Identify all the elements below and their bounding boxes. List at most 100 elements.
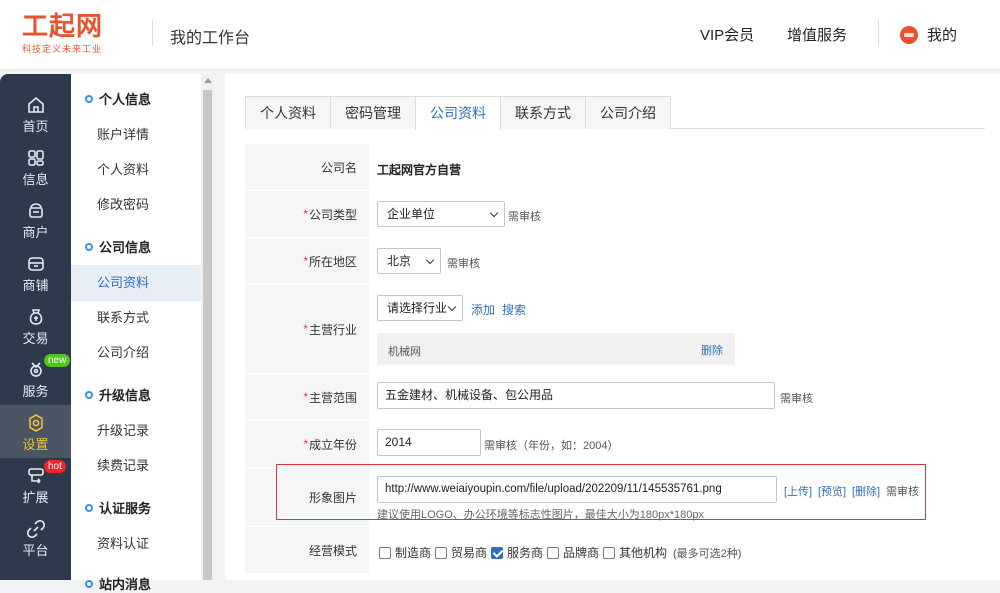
- form-row-year: * 成立年份 2014 需审核（年份，如：2004）: [245, 421, 985, 467]
- extend-icon: [27, 468, 44, 484]
- mode-checkbox-service[interactable]: 服务商: [491, 544, 543, 561]
- nav-item-info[interactable]: 信息: [0, 140, 71, 193]
- trade-icon: [29, 309, 42, 325]
- upload-link[interactable]: [上传]: [784, 483, 812, 499]
- chevron-down-icon: [447, 302, 457, 312]
- tab-personal[interactable]: 个人资料: [245, 96, 331, 129]
- review-hint: 需审核: [886, 486, 919, 498]
- nav-item-home[interactable]: 首页: [0, 87, 71, 140]
- form-row-company-name: 公司名 工起网官方自营: [245, 144, 985, 190]
- nav-item-label: 商铺: [22, 278, 49, 293]
- review-hint: 需审核: [447, 258, 480, 270]
- chevron-down-icon: [425, 255, 435, 265]
- submenu-item-renew-log[interactable]: 续费记录: [71, 448, 201, 484]
- top-bar: 工起网 科技定义未来工业 我的工作台 VIP会员 增值服务 我的: [0, 0, 1000, 70]
- delete-industry-link[interactable]: 删除: [701, 342, 723, 358]
- submenu-scrollbar[interactable]: [201, 74, 214, 580]
- form-row-industry: * 主营行业 请选择行业 添加 搜索 机械网 删除: [245, 285, 985, 373]
- field-label: * 所在地区: [245, 238, 369, 284]
- divider: [152, 20, 153, 46]
- submenu-group-label: 个人信息: [99, 92, 152, 107]
- form-row-scope: * 主营范围 五金建材、机械设备、包公用品 需审核: [245, 374, 985, 420]
- nav-item-service[interactable]: 服务 new: [0, 352, 71, 405]
- submenu-group-messages: 站内消息: [85, 574, 151, 593]
- group-dot-icon: [85, 390, 93, 399]
- checkbox[interactable]: [379, 546, 391, 559]
- nav-item-trade[interactable]: 交易: [0, 299, 71, 352]
- nav-item-label: 交易: [22, 331, 49, 346]
- checkbox[interactable]: [603, 546, 615, 559]
- nav-item-merchant[interactable]: 商户: [0, 193, 71, 246]
- merchant-icon: [28, 203, 43, 218]
- nav-vip-link[interactable]: VIP会员: [700, 24, 754, 45]
- nav-item-label: 扩展: [22, 490, 49, 505]
- form-row-company-type: * 公司类型 企业单位 需审核: [245, 191, 985, 237]
- nav-item-settings[interactable]: 设置: [0, 405, 71, 458]
- mode-checkbox-manufacturer[interactable]: 制造商: [379, 544, 431, 561]
- shop-icon: [27, 257, 44, 271]
- logo[interactable]: 工起网 科技定义未来工业: [22, 12, 122, 55]
- region-select[interactable]: 北京: [377, 248, 441, 274]
- add-industry-link[interactable]: 添加: [471, 301, 495, 318]
- industry-select[interactable]: 请选择行业: [377, 295, 463, 321]
- mode-checkbox-other[interactable]: 其他机构 (最多可选2种): [603, 544, 741, 561]
- image-hint: 建议使用LOGO、办公环境等标志性图片，最佳大小为180px*180px: [377, 509, 705, 521]
- submenu-item-upgrade-log[interactable]: 升级记录: [71, 413, 201, 449]
- year-input[interactable]: 2014: [377, 429, 481, 456]
- field-label: 公司名: [245, 144, 369, 190]
- company-name-value: 工起网官方自营: [377, 163, 462, 177]
- group-dot-icon: [85, 503, 93, 512]
- year-hint: 需审核（年份，如：2004）: [484, 440, 619, 452]
- checkbox[interactable]: [435, 546, 447, 559]
- tab-password[interactable]: 密码管理: [330, 96, 416, 129]
- tab-contact[interactable]: 联系方式: [500, 96, 586, 129]
- group-dot-icon: [85, 242, 93, 251]
- user-menu[interactable]: 我的: [900, 24, 957, 45]
- sub-menu: 个人信息 账户详情 个人资料 修改密码 公司信息 公司资料 联系方式 公司介绍 …: [71, 74, 201, 592]
- submenu-group-company: 公司信息: [85, 237, 151, 256]
- tab-intro[interactable]: 公司介绍: [585, 96, 671, 129]
- scroll-up-arrow-icon[interactable]: [204, 78, 212, 83]
- field-label: * 主营范围: [245, 374, 369, 420]
- nav-services-link[interactable]: 增值服务: [787, 24, 847, 45]
- new-badge: new: [44, 354, 71, 367]
- tab-company[interactable]: 公司资料: [415, 96, 501, 130]
- nav-item-platform[interactable]: 平台: [0, 511, 71, 564]
- industry-item-label: 机械网: [388, 346, 421, 358]
- field-label: 形象图片: [245, 468, 369, 526]
- home-icon: [27, 96, 44, 113]
- submenu-item-contact[interactable]: 联系方式: [71, 300, 201, 336]
- service-icon: [29, 362, 42, 377]
- chevron-down-icon: [489, 208, 499, 218]
- submenu-item-account[interactable]: 账户详情: [71, 117, 201, 153]
- search-industry-link[interactable]: 搜索: [502, 301, 526, 318]
- submenu-item-intro[interactable]: 公司介绍: [71, 335, 201, 371]
- preview-link[interactable]: [预览]: [818, 483, 846, 499]
- nav-item-shop[interactable]: 商铺: [0, 246, 71, 299]
- user-menu-label: 我的: [927, 27, 958, 44]
- image-url-input[interactable]: http://www.weiaiyoupin.com/file/upload/2…: [377, 476, 777, 503]
- page-title: 我的工作台: [170, 30, 251, 47]
- submenu-item-profile[interactable]: 个人资料: [71, 152, 201, 188]
- submenu-item-cert[interactable]: 资料认证: [71, 526, 201, 562]
- field-label: * 公司类型: [245, 191, 369, 237]
- scroll-thumb[interactable]: [203, 90, 212, 580]
- hot-badge: hot: [44, 460, 66, 473]
- mode-checkbox-brand[interactable]: 品牌商: [547, 544, 599, 561]
- delete-image-link[interactable]: [删除]: [852, 483, 880, 499]
- nav-item-label: 设置: [22, 437, 49, 452]
- form-row-mode: 经营模式 制造商 贸易商 服务商 品牌商 其他机构 (最多可选2种): [245, 527, 985, 573]
- nav-item-extend[interactable]: 扩展 hot: [0, 458, 71, 511]
- submenu-group-label: 公司信息: [99, 240, 152, 255]
- checkbox-checked[interactable]: [491, 546, 503, 559]
- submenu-item-company-profile[interactable]: 公司资料: [71, 265, 201, 301]
- logo-slogan: 科技定义未来工业: [22, 44, 103, 54]
- field-label: * 主营行业: [245, 285, 369, 373]
- scope-input[interactable]: 五金建材、机械设备、包公用品: [377, 382, 775, 409]
- submenu-item-password[interactable]: 修改密码: [71, 187, 201, 223]
- company-type-select[interactable]: 企业单位: [377, 201, 505, 227]
- logo-text: 工起网: [22, 11, 104, 41]
- mode-checkbox-trader[interactable]: 贸易商: [435, 544, 487, 561]
- submenu-group-label: 站内消息: [99, 577, 152, 592]
- checkbox[interactable]: [547, 546, 559, 559]
